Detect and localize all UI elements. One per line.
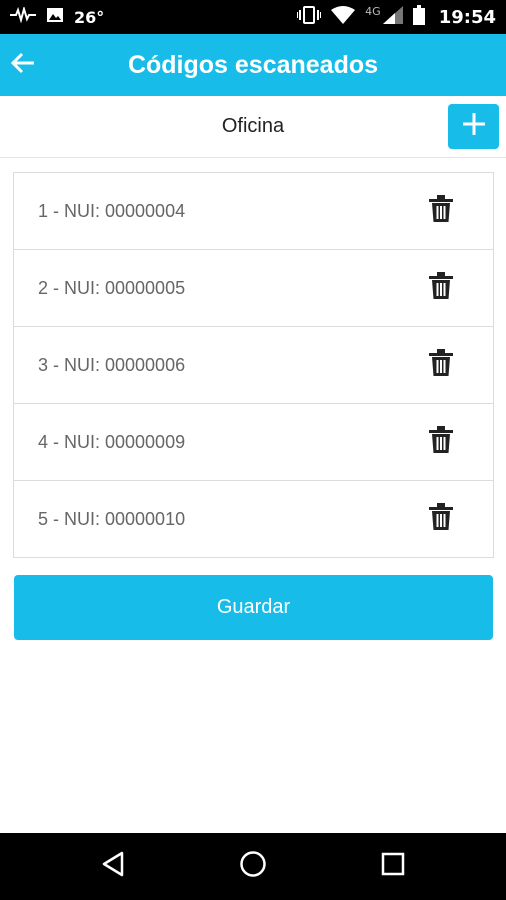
clock: 19:54 xyxy=(438,6,496,28)
trash-icon xyxy=(429,271,453,305)
temperature: 26° xyxy=(74,7,105,27)
app-bar: Códigos escaneados xyxy=(0,34,506,96)
image-icon xyxy=(46,7,64,27)
list-item: 1 - NUI: 00000004 xyxy=(14,173,493,249)
list-item-label: 5 - NUI: 00000010 xyxy=(38,508,186,529)
activity-icon xyxy=(10,5,36,27)
system-nav-bar xyxy=(0,833,506,900)
page-title: Códigos escaneados xyxy=(127,50,379,79)
trash-icon xyxy=(429,194,453,228)
list-item-label: 1 - NUI: 00000004 xyxy=(38,200,186,221)
recents-square-icon xyxy=(381,852,405,881)
status-bar: 26° 4G 19:54 xyxy=(0,0,506,34)
back-button[interactable] xyxy=(0,34,46,96)
delete-button[interactable] xyxy=(428,502,454,536)
nav-home-button[interactable] xyxy=(213,833,293,900)
nav-back-button[interactable] xyxy=(73,833,153,900)
delete-button[interactable] xyxy=(428,271,454,305)
save-button[interactable]: Guardar xyxy=(14,575,493,640)
network-type-label: 4G xyxy=(365,4,381,18)
home-circle-icon xyxy=(239,850,267,883)
location-label: Oficina xyxy=(221,115,285,137)
list-item-label: 3 - NUI: 00000006 xyxy=(38,354,186,375)
delete-button[interactable] xyxy=(428,425,454,459)
list-item: 3 - NUI: 00000006 xyxy=(14,326,493,403)
list-item: 5 - NUI: 00000010 xyxy=(14,480,493,557)
list-item-label: 4 - NUI: 00000009 xyxy=(38,431,186,452)
list-item-label: 2 - NUI: 00000005 xyxy=(38,277,186,298)
wifi-icon xyxy=(331,6,356,28)
list-item: 2 - NUI: 00000005 xyxy=(14,249,493,326)
arrow-left-icon xyxy=(10,52,36,79)
trash-icon xyxy=(429,425,453,459)
vibrate-icon xyxy=(297,6,322,28)
battery-icon xyxy=(412,5,425,29)
scanned-codes-list: 1 - NUI: 00000004 2 - NUI: 00000005 3 - … xyxy=(13,172,494,558)
plus-icon xyxy=(462,112,486,141)
nav-recents-button[interactable] xyxy=(353,833,433,900)
list-item: 4 - NUI: 00000009 xyxy=(14,403,493,480)
back-triangle-icon xyxy=(101,851,125,882)
trash-icon xyxy=(429,348,453,382)
location-header: Oficina xyxy=(0,96,506,158)
add-code-button[interactable] xyxy=(448,104,499,149)
delete-button[interactable] xyxy=(428,348,454,382)
trash-icon xyxy=(429,502,453,536)
signal-icon xyxy=(382,6,403,28)
delete-button[interactable] xyxy=(428,194,454,228)
